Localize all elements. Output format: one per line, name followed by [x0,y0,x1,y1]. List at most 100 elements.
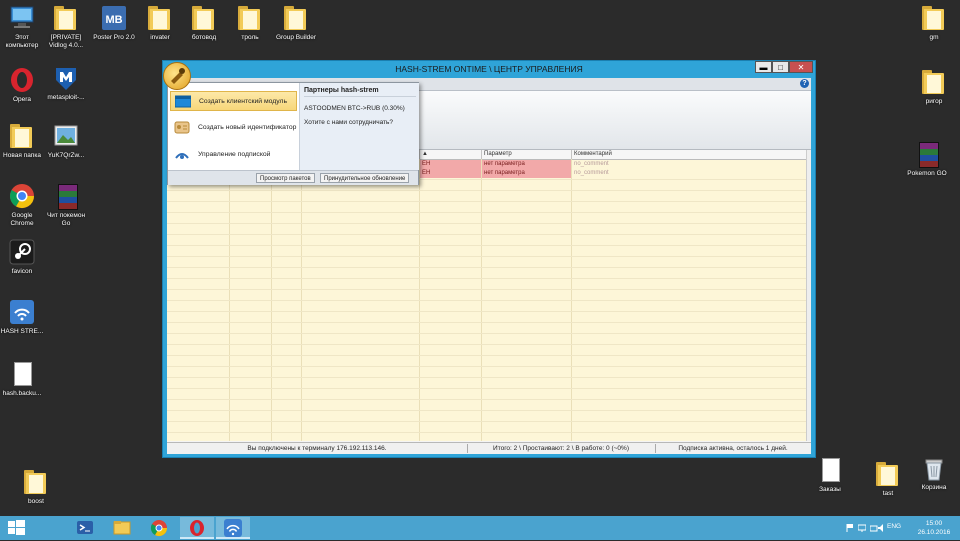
desktop-icon-label: YuK7QrZw... [47,152,85,159]
column-header-sort[interactable]: ▲ [419,150,481,159]
grid-row-line [167,410,807,411]
desktop-icon-gm[interactable]: gm [912,4,956,42]
desktop-icon-recycle-bin[interactable]: Корзина [912,454,956,492]
minimize-button[interactable]: ▬ [755,61,772,73]
desktop-icon-google-chrome[interactable]: Google Chrome [0,182,44,228]
force-update-button[interactable]: Принудительное обновление [320,173,410,183]
row-comment: no_comment [571,160,807,169]
desktop-icon-rigor[interactable]: ригор [912,68,956,106]
winrar-archive-icon [52,182,80,210]
desktop-icon-botovod[interactable]: ботовод [182,4,226,42]
computer-icon [8,4,36,32]
column-header-parameter[interactable]: Параметр [481,150,571,159]
folder-icon [874,460,902,488]
winrar-archive-icon [913,140,941,168]
wifi-icon [224,519,242,537]
desktop-icon-invater[interactable]: invater [138,4,182,42]
wifi-icon [8,298,36,326]
desktop-icon-label: Google Chrome [10,212,34,227]
grid-row-line [167,333,807,334]
desktop-icon-hash-backup[interactable]: hash.backu... [0,360,44,398]
menu-item-create-identifier[interactable]: Создать новый идентификатор [170,118,297,138]
desktop-icon-this-computer[interactable]: Этот компьютер [0,4,44,50]
desktop-icon-favicon[interactable]: favicon [0,238,44,276]
grid-row-line [167,432,807,433]
document-icon [8,360,36,388]
grid-row-line [167,300,807,301]
desktop-icon-label: троль [241,34,259,41]
desktop-icon-label: Заказы [819,486,841,493]
desktop-icon-vidlog[interactable]: [PRIVATE] Vidlog 4.0... [44,4,88,50]
desktop-icon-label: Чит покемон Go [46,212,86,227]
desktop-icon-chit-pokemon[interactable]: Чит покемон Go [44,182,88,228]
subscription-icon [174,148,190,161]
title-bar[interactable]: HASH-STREM ONTIME \ ЦЕНТР УПРАВЛЕНИЯ ▬ □… [163,61,815,77]
popup-footer: Просмотр пакетов Принудительное обновлен… [168,170,418,185]
view-packets-button[interactable]: Просмотр пакетов [256,173,315,183]
grid-row-line [167,344,807,345]
screen-icon[interactable] [857,524,867,532]
desktop-icon-zakazy[interactable]: Заказы [808,456,852,494]
volume-icon[interactable] [878,524,886,532]
grid-row-line [167,388,807,389]
metasploit-icon [52,64,80,92]
desktop-icon-group-builder[interactable]: Group Builder [274,4,318,42]
folder-icon [52,4,80,32]
column-header-comment[interactable]: Комментарий [571,150,807,159]
folder-icon [282,4,310,32]
grid-row-line [167,311,807,312]
desktop-icon-label: metasploit-... [47,94,85,101]
grid-row-line [167,201,807,202]
network-icon[interactable] [869,524,878,532]
data-grid[interactable]: ▲ Параметр Комментарий EH нет параметра … [167,150,811,441]
app-menu-popup: Создать клиентский модуль Создать новый … [167,82,419,185]
input-language[interactable]: ENG [887,523,901,530]
help-icon[interactable]: ? [800,79,809,88]
desktop-icon-image[interactable]: YuK7QrZw... [44,122,88,160]
taskbar-powershell[interactable] [68,517,102,539]
desktop-icon-hash-strem[interactable]: HASH STRE... [0,298,44,336]
taskbar-opera[interactable] [180,517,214,539]
maximize-button[interactable]: □ [772,61,789,73]
popup-menu-list: Создать клиентский модуль Создать новый … [168,83,299,170]
desktop-icon-label: Opera [12,96,32,103]
desktop-icon-metasploit[interactable]: metasploit-... [44,64,88,102]
grid-row-line [167,234,807,235]
desktop-icon-boost[interactable]: boost [14,468,58,506]
app-logo-icon[interactable] [163,62,191,90]
window-title: HASH-STREM ONTIME \ ЦЕНТР УПРАВЛЕНИЯ [395,64,583,74]
grid-row-line [167,289,807,290]
vertical-scrollbar[interactable] [806,150,811,441]
row-cell: EH [419,160,481,169]
close-button[interactable]: ✕ [789,61,813,73]
menu-item-create-client-module[interactable]: Создать клиентский модуль [170,91,297,111]
desktop-icon-new-folder[interactable]: Новая папка [0,122,44,160]
status-subscription: Подписка активна, осталось 1 дней. [678,445,788,452]
desktop-icon-label: hash.backu... [2,390,42,397]
opera-icon [8,66,36,94]
desktop-icon-label: ригор [925,98,943,105]
grid-row-line [167,212,807,213]
grid-row-line [167,322,807,323]
desktop-icon-label: invater [150,34,170,41]
menu-item-label: Управление подпиской [198,151,271,158]
start-button[interactable] [0,517,34,539]
partner-question[interactable]: Хотите с нами сотрудничать? [304,119,393,126]
grid-row-line [167,366,807,367]
grid-row-line [167,223,807,224]
partner-link[interactable]: ASTOODMEN BTC->RUB (0.30%) [304,105,405,112]
desktop-icon-opera[interactable]: Opera [0,66,44,104]
taskbar-hash-strem[interactable] [216,517,250,539]
clock[interactable]: 15:00 26.10.2016 [912,519,956,537]
mb-logo-icon: MB [100,4,128,32]
taskbar-chrome[interactable] [142,517,176,539]
folder-icon [146,4,174,32]
desktop-icon-tast[interactable]: tast [866,460,910,498]
grid-row-line [167,377,807,378]
desktop-icon-pokemon-go[interactable]: Pokemon GO [904,140,950,178]
desktop-icon-poster-pro[interactable]: MB Poster Pro 2.0 [92,4,136,42]
taskbar-file-explorer[interactable] [105,517,139,539]
desktop-icon-trol[interactable]: троль [228,4,272,42]
menu-item-subscription[interactable]: Управление подпиской [170,145,297,165]
flag-icon[interactable] [846,524,854,532]
